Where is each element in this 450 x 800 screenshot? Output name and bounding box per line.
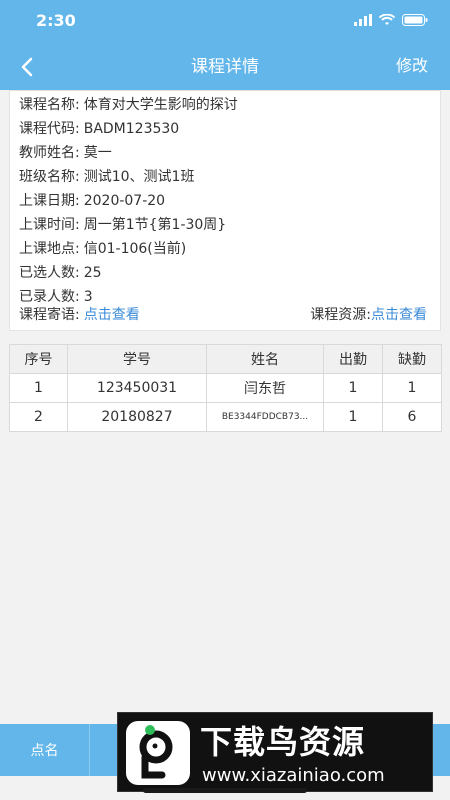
bird-logo-icon xyxy=(126,721,190,785)
table-row[interactable]: 2 20180827 BE3344FDDCB73... 1 6 xyxy=(9,402,442,432)
info-row-date: 上课日期: 2020-07-20 xyxy=(19,189,165,213)
info-row-resource: 课程资源:点击查看 xyxy=(310,303,427,327)
info-row-course-name: 课程名称: 体育对大学生影响的探讨 xyxy=(19,93,238,117)
course-info-card: 课程名称: 体育对大学生影响的探讨 课程代码: BADM123530 教师姓名: 莫… xyxy=(9,90,441,331)
col-header-name: 姓名 xyxy=(206,344,324,374)
resource-link[interactable]: 点击查看 xyxy=(371,307,427,323)
edit-button[interactable]: 修改 xyxy=(396,52,428,76)
col-header-absent: 缺勤 xyxy=(382,344,442,374)
info-value: 信01-106(当前) xyxy=(83,241,187,257)
col-header-student-id: 学号 xyxy=(67,344,207,374)
message-link[interactable]: 点击查看 xyxy=(84,303,140,327)
message-label: 课程寄语: xyxy=(19,307,80,323)
info-label: 上课时间: xyxy=(19,217,80,233)
col-header-index: 序号 xyxy=(9,344,68,374)
info-label: 上课日期: xyxy=(19,193,80,209)
battery-icon xyxy=(402,14,428,26)
resource-label: 课程资源: xyxy=(310,307,371,323)
info-label: 课程代码: xyxy=(19,121,80,137)
signal-icon xyxy=(354,14,372,26)
cell-absent: 1 xyxy=(382,373,442,403)
wifi-icon xyxy=(379,14,395,25)
cell-name: 闫东哲 xyxy=(206,373,324,403)
status-time: 2:30 xyxy=(36,11,76,30)
info-value: 体育对大学生影响的探讨 xyxy=(83,97,238,113)
info-label: 教师姓名: xyxy=(19,145,80,161)
table-header-row: 序号 学号 姓名 出勤 缺勤 xyxy=(9,344,442,374)
cell-student-id: 20180827 xyxy=(67,402,207,432)
app-header: 2:30 课程详情 修改 xyxy=(0,0,450,90)
info-row-message: 课程寄语: 点击查看 xyxy=(19,303,140,327)
nav-bar: 课程详情 修改 xyxy=(0,44,450,90)
info-value: 莫一 xyxy=(83,145,112,161)
page-title: 课程详情 xyxy=(191,57,259,77)
attendance-table: 序号 学号 姓名 出勤 缺勤 1 123450031 闫东哲 1 1 2 201… xyxy=(9,344,442,432)
cell-index: 1 xyxy=(9,373,68,403)
status-icons xyxy=(354,14,428,26)
cell-present: 1 xyxy=(323,402,383,432)
info-row-course-code: 课程代码: BADM123530 xyxy=(19,117,179,141)
watermark-banner: 下载鸟资源 www.xiazainiao.com xyxy=(117,712,433,792)
watermark-url: www.xiazainiao.com xyxy=(202,765,385,786)
info-row-location: 上课地点: 信01-106(当前) xyxy=(19,237,186,261)
roll-call-button[interactable]: 点名 xyxy=(0,724,90,776)
info-label: 上课地点: xyxy=(19,241,80,257)
info-label: 课程名称: xyxy=(19,97,80,113)
cell-name: BE3344FDDCB73... xyxy=(206,402,324,432)
col-header-present: 出勤 xyxy=(323,344,383,374)
watermark-title: 下载鸟资源 xyxy=(200,723,366,761)
cell-index: 2 xyxy=(9,402,68,432)
table-row[interactable]: 1 123450031 闫东哲 1 1 xyxy=(9,373,442,403)
cell-student-id: 123450031 xyxy=(67,373,207,403)
info-value: 2020-07-20 xyxy=(83,193,166,209)
info-value: BADM123530 xyxy=(83,121,180,137)
info-label: 已选人数: xyxy=(19,265,80,281)
info-row-teacher: 教师姓名: 莫一 xyxy=(19,141,112,165)
info-label: 班级名称: xyxy=(19,169,80,185)
info-row-time: 上课时间: 周一第1节{第1-30周} xyxy=(19,213,226,237)
home-indicator[interactable] xyxy=(143,788,307,793)
cell-absent: 6 xyxy=(382,402,442,432)
info-row-selected-count: 已选人数: 25 xyxy=(19,261,102,285)
status-bar: 2:30 xyxy=(0,0,450,44)
info-value: 周一第1节{第1-30周} xyxy=(83,217,227,233)
info-value: 测试10、测试1班 xyxy=(83,169,195,185)
cell-present: 1 xyxy=(323,373,383,403)
info-value: 25 xyxy=(83,265,102,281)
info-row-class: 班级名称: 测试10、测试1班 xyxy=(19,165,194,189)
